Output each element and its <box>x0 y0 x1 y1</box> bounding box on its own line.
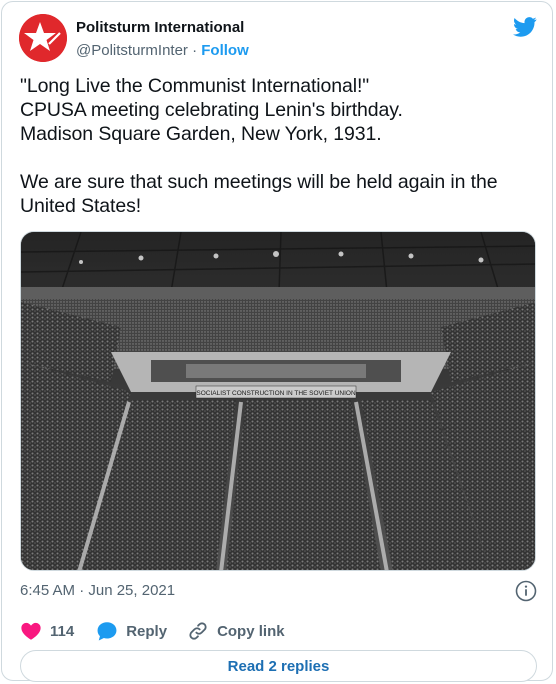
reply-label: Reply <box>126 622 168 640</box>
tweet-line: "Long Live the Communist International!" <box>20 75 370 97</box>
info-icon[interactable] <box>515 580 537 602</box>
tweet-text: "Long Live the Communist International!"… <box>20 74 532 218</box>
avatar[interactable] <box>19 14 67 62</box>
follow-button[interactable]: Follow <box>201 42 249 59</box>
reply-bubble-icon <box>97 622 117 641</box>
tweet-timestamp[interactable]: 6:45 AM · Jun 25, 2021 <box>20 581 175 601</box>
twitter-bird-icon[interactable] <box>513 17 537 37</box>
tweet-photo[interactable]: SOCIALIST CONSTRUCTION IN THE SOVIET UNI… <box>20 231 536 571</box>
arena-photo-illustration: SOCIALIST CONSTRUCTION IN THE SOVIET UNI… <box>21 232 535 570</box>
copy-link-label: Copy link <box>217 622 285 640</box>
like-count: 114 <box>50 622 75 640</box>
heart-icon <box>21 622 41 640</box>
author-block: Politsturm International @PolitsturmInte… <box>76 18 249 61</box>
author-handle[interactable]: @PolitsturmInter <box>76 42 188 59</box>
author-display-name[interactable]: Politsturm International <box>76 18 249 38</box>
tweet-line: Madison Square Garden, New York, 1931. <box>20 123 382 145</box>
copy-link-button[interactable]: Copy link <box>187 620 285 642</box>
author-handle-line: @PolitsturmInter · Follow <box>76 41 249 61</box>
link-icon <box>189 622 207 640</box>
handle-separator: · <box>192 42 198 59</box>
reply-button[interactable]: Reply <box>96 620 167 642</box>
tweet-line: We are sure that such meetings will be h… <box>20 171 498 193</box>
star-logo-icon <box>19 14 67 62</box>
tweet-actions: 114 Reply Copy link <box>20 620 285 642</box>
like-button[interactable]: 114 <box>20 620 74 642</box>
read-replies-button[interactable]: Read 2 replies <box>20 650 537 682</box>
tweet-line: United States! <box>20 195 142 217</box>
read-replies-label: Read 2 replies <box>227 657 330 675</box>
tweet-line: CPUSA meeting celebrating Lenin's birthd… <box>20 99 403 121</box>
